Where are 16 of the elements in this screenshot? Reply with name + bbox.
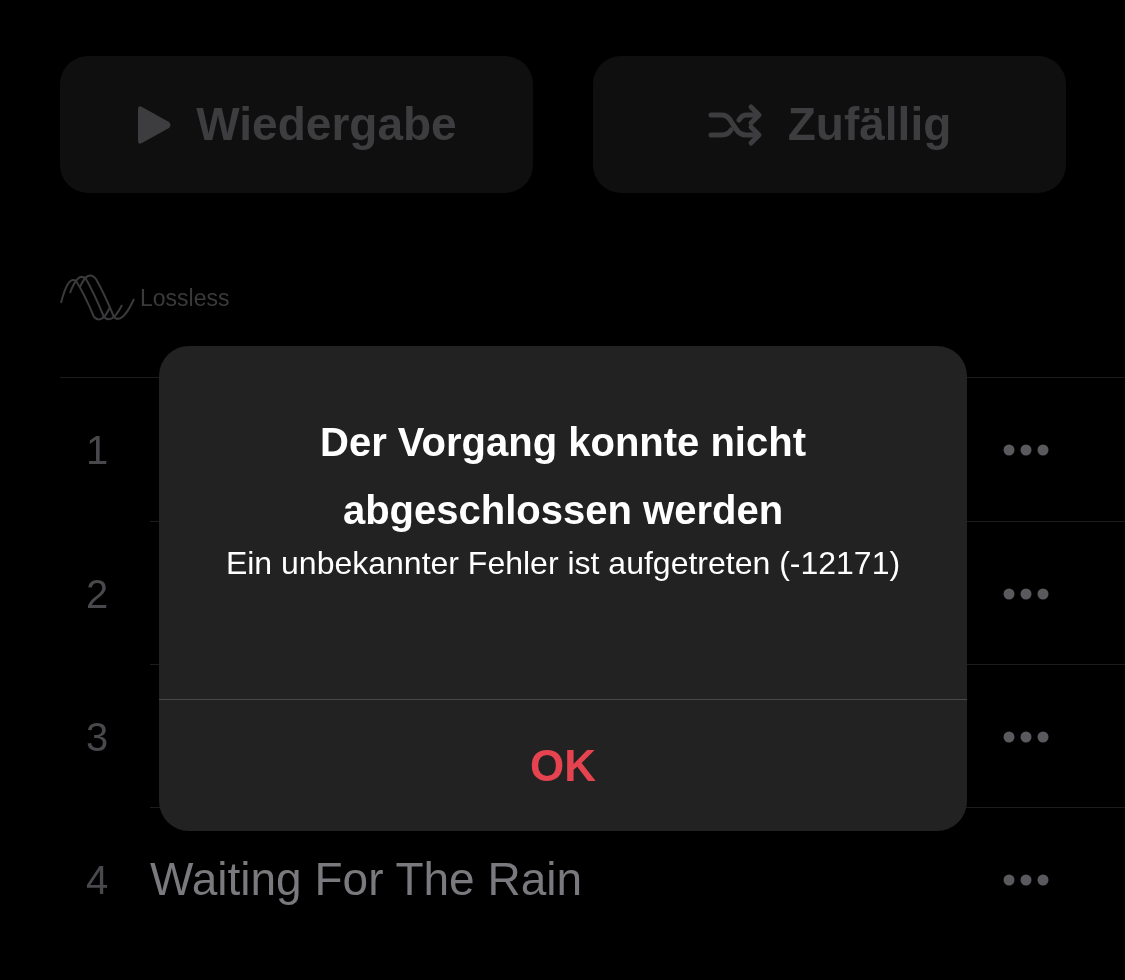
more-icon[interactable] (1003, 587, 1049, 600)
play-icon (136, 104, 173, 145)
more-icon[interactable] (1003, 730, 1049, 743)
track-number: 3 (84, 713, 110, 761)
more-icon[interactable] (1003, 444, 1049, 456)
lossless-label: Lossless (140, 283, 230, 313)
alert-message: Ein unbekannter Fehler ist aufgetreten (-12171) (224, 544, 902, 583)
more-icon[interactable] (1003, 873, 1049, 886)
alert-title: Der Vorgang konnte nicht abgeschlossen werden (319, 419, 807, 534)
ok-button[interactable]: OK (159, 700, 967, 831)
lossless-wave-icon (60, 273, 138, 323)
track-number: 4 (84, 856, 110, 904)
track-number: 1 (84, 427, 110, 474)
shuffle-icon (707, 102, 764, 147)
track-number: 2 (84, 570, 110, 618)
track-title[interactable]: Waiting For The Rain (150, 845, 583, 914)
